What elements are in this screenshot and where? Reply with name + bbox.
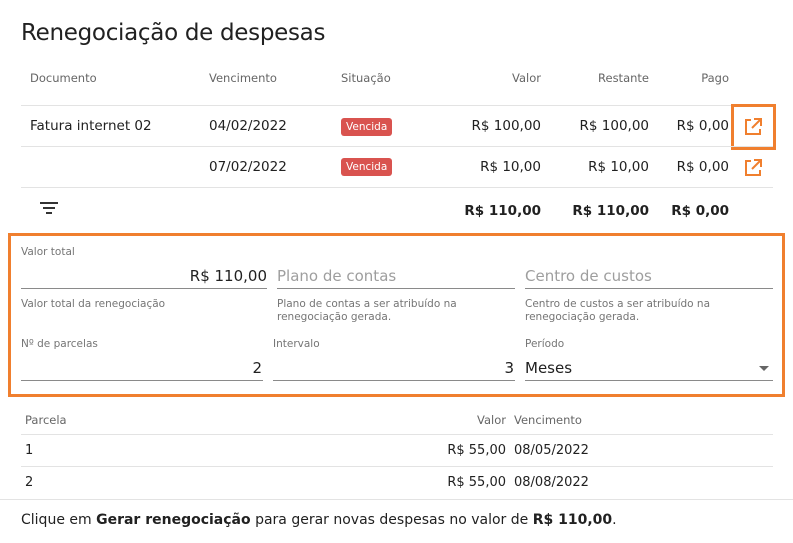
valor-total-label: Valor total bbox=[21, 246, 75, 258]
plano-contas-help: Plano de contas a ser atribuído na reneg… bbox=[277, 298, 457, 323]
cell-restante: R$ 10,00 bbox=[588, 159, 649, 175]
external-link-icon bbox=[745, 159, 762, 176]
page-title: Renegociação de despesas bbox=[21, 20, 326, 46]
col-header-vencimento: Vencimento bbox=[209, 71, 277, 85]
parcelas-label: Nº de parcelas bbox=[21, 338, 98, 350]
cell-valor: R$ 10,00 bbox=[480, 159, 541, 175]
col-header-valor-parcela: Valor bbox=[477, 413, 506, 427]
row-divider bbox=[21, 105, 773, 106]
intervalo-label: Intervalo bbox=[273, 338, 320, 350]
col-header-vencimento-parcela: Vencimento bbox=[514, 413, 582, 427]
centro-custos-help: Centro de custos a ser atribuído na rene… bbox=[525, 298, 711, 323]
total-pago: R$ 0,00 bbox=[671, 203, 729, 219]
status-badge: Vencida bbox=[341, 158, 393, 176]
periodo-label: Período bbox=[525, 338, 565, 350]
parcela-number: 1 bbox=[25, 443, 34, 458]
parcela-number: 2 bbox=[25, 475, 34, 490]
centro-custos-field[interactable]: Centro de custos bbox=[525, 265, 773, 289]
highlight-box bbox=[731, 104, 776, 150]
cell-pago: R$ 0,00 bbox=[676, 159, 729, 175]
footer-instructions: Clique em Gerar renegociação para gerar … bbox=[21, 512, 617, 528]
filter-icon bbox=[40, 202, 58, 204]
periodo-value: Meses bbox=[525, 359, 573, 377]
open-external-button[interactable] bbox=[741, 156, 765, 180]
periodo-select[interactable]: Meses bbox=[525, 357, 773, 381]
col-header-restante: Restante bbox=[598, 71, 649, 85]
plano-contas-field[interactable]: Plano de contas bbox=[277, 265, 515, 289]
footer-amount: R$ 110,00 bbox=[532, 512, 613, 528]
valor-total-help: Valor total da renegociação bbox=[21, 298, 166, 310]
col-header-situacao: Situação bbox=[341, 71, 391, 85]
parcela-valor: R$ 55,00 bbox=[447, 443, 506, 458]
row-divider bbox=[21, 434, 773, 435]
status-badge: Vencida bbox=[341, 118, 393, 136]
row-divider bbox=[21, 187, 773, 188]
chevron-down-icon bbox=[759, 366, 769, 371]
total-valor: R$ 110,00 bbox=[464, 203, 541, 219]
cell-vencimento: 04/02/2022 bbox=[209, 118, 287, 134]
cell-pago: R$ 0,00 bbox=[676, 118, 729, 134]
intervalo-field[interactable]: 3 bbox=[273, 357, 515, 381]
row-divider bbox=[21, 466, 773, 467]
valor-total-field[interactable]: R$ 110,00 bbox=[21, 265, 267, 289]
total-restante: R$ 110,00 bbox=[572, 203, 649, 219]
col-header-valor: Valor bbox=[512, 71, 541, 85]
cell-vencimento: 07/02/2022 bbox=[209, 159, 287, 175]
col-header-pago: Pago bbox=[701, 71, 729, 85]
parcela-vencimento: 08/08/2022 bbox=[514, 475, 589, 490]
row-divider bbox=[21, 146, 773, 147]
cell-documento: Fatura internet 02 bbox=[30, 118, 152, 134]
col-header-parcela: Parcela bbox=[25, 413, 67, 427]
col-header-documento: Documento bbox=[30, 71, 97, 85]
parcela-vencimento: 08/05/2022 bbox=[514, 443, 589, 458]
cell-valor: R$ 100,00 bbox=[471, 118, 542, 134]
cell-restante: R$ 100,00 bbox=[579, 118, 650, 134]
parcelas-field[interactable]: 2 bbox=[21, 357, 263, 381]
filter-button[interactable] bbox=[40, 202, 58, 216]
parcela-valor: R$ 55,00 bbox=[447, 475, 506, 490]
footer-divider bbox=[0, 499, 793, 500]
footer-action-name: Gerar renegociação bbox=[96, 512, 251, 528]
